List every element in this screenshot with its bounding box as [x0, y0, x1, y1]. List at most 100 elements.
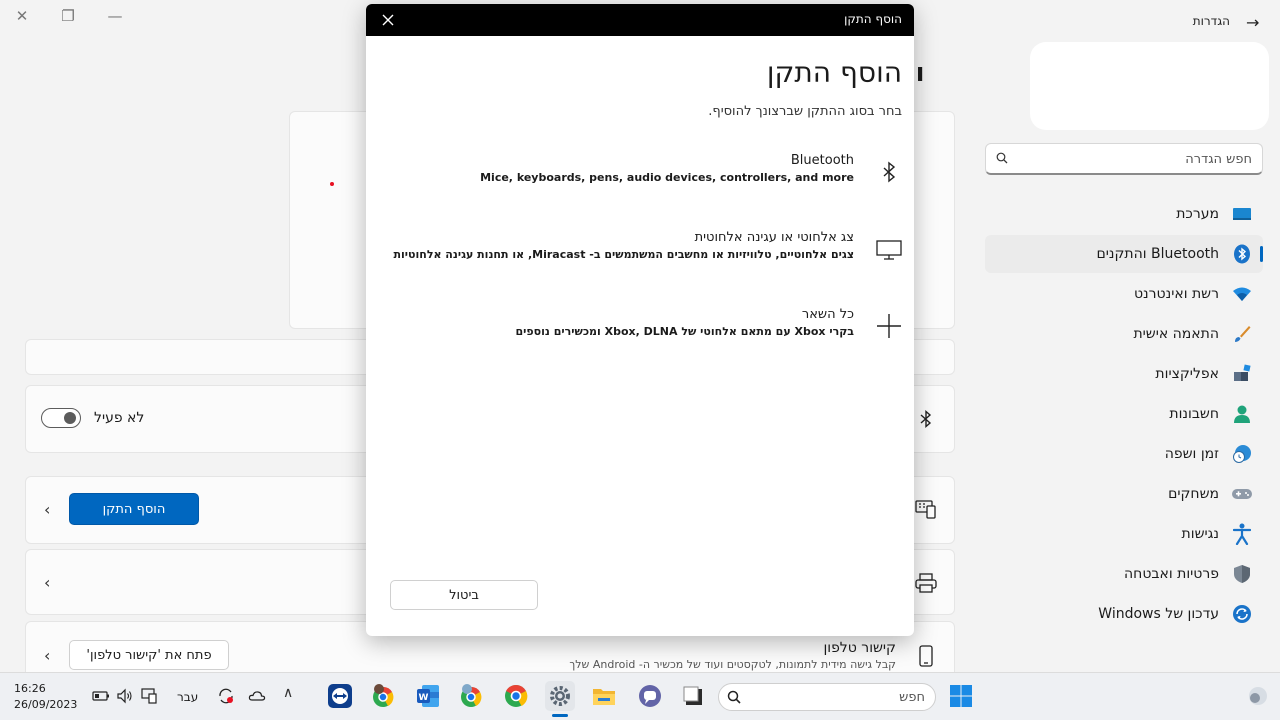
option-description: Mice, keyboards, pens, audio devices, co… — [480, 171, 854, 184]
bluetooth-icon — [1231, 243, 1253, 265]
toggle-knob — [64, 412, 76, 424]
chrome-profile-icon[interactable] — [368, 681, 398, 711]
bluetooth-toggle-label: לא פעיל — [94, 410, 145, 426]
settings-icon[interactable] — [545, 681, 575, 711]
teamviewer-icon[interactable] — [325, 681, 355, 711]
add-device-button[interactable]: הוסף התקן — [69, 493, 199, 525]
close-window-button[interactable]: ✕ — [9, 6, 35, 26]
sidebar-item-bluetooth[interactable]: Bluetooth והתקנים — [985, 235, 1263, 273]
sidebar-item-privacy[interactable]: פרטיות ואבטחה — [985, 555, 1263, 593]
sidebar-item-network[interactable]: רשת ואינטרנט — [985, 275, 1263, 313]
monitor-icon — [876, 240, 902, 260]
sidebar-item-label: עדכון של Windows — [1098, 606, 1219, 622]
devices-icon — [915, 500, 936, 519]
battery-icon[interactable] — [92, 687, 110, 705]
chevron-up-icon[interactable]: ∧ — [283, 685, 293, 701]
phone-link-title: קישור טלפון — [823, 640, 896, 656]
plus-icon — [877, 314, 901, 338]
option-title: כל השאר — [801, 307, 854, 322]
word-icon[interactable]: W — [413, 681, 443, 711]
sidebar-item-label: מערכת — [1176, 206, 1219, 222]
clock[interactable]: 16:26 26/09/2023 — [14, 681, 77, 713]
taskbar: 16:26 26/09/2023 עבר ∧ W — [0, 672, 1280, 720]
clock-time: 16:26 — [14, 682, 46, 695]
accessibility-icon — [1231, 523, 1253, 545]
option-title: Bluetooth — [790, 153, 854, 168]
option-description: צגים אלחוטיים, טלוויזיות או מחשבים המשתמ… — [393, 248, 854, 261]
settings-search[interactable] — [985, 143, 1263, 175]
sidebar-item-label: נגישות — [1181, 526, 1219, 542]
restore-window-button[interactable]: ❐ — [55, 6, 81, 26]
sidebar-item-label: חשבונות — [1169, 406, 1219, 422]
account-icon — [1231, 403, 1253, 425]
apps-icon — [1231, 363, 1253, 385]
window-app-icon[interactable] — [678, 681, 708, 711]
system-icon — [1231, 203, 1253, 225]
chevron-left-icon[interactable]: ‹ — [44, 500, 50, 519]
sidebar-item-windows-update[interactable]: עדכון של Windows — [985, 595, 1263, 633]
sidebar-item-personalization[interactable]: התאמה אישית — [985, 315, 1263, 353]
file-explorer-icon[interactable] — [589, 681, 619, 711]
sidebar-item-label: זמן ושפה — [1164, 446, 1219, 462]
chevron-left-icon[interactable]: ‹ — [44, 573, 50, 592]
start-button[interactable] — [946, 681, 976, 711]
sidebar-item-accessibility[interactable]: נגישות — [985, 515, 1263, 553]
app-title: הגדרות — [1192, 14, 1230, 28]
widgets-icon[interactable] — [1243, 681, 1273, 711]
cancel-button[interactable]: ביטול — [390, 580, 538, 610]
time-language-icon — [1231, 443, 1253, 465]
taskbar-search[interactable] — [718, 683, 936, 711]
sidebar-item-time-language[interactable]: זמן ושפה — [985, 435, 1263, 473]
option-title: צג אלחוטי או עגינה אלחוטית — [694, 230, 854, 245]
clock-date: 26/09/2023 — [14, 698, 78, 711]
search-icon — [727, 690, 741, 704]
chat-icon[interactable] — [635, 681, 665, 711]
sidebar-item-gaming[interactable]: משחקים — [985, 475, 1263, 513]
dialog-heading: הוסף התקן — [766, 56, 902, 89]
close-icon[interactable] — [378, 10, 398, 30]
sidebar-nav: מערכת Bluetooth והתקנים רשת ואינטרנט התא… — [985, 195, 1263, 635]
network-icon[interactable] — [140, 687, 158, 705]
red-dot-marker — [330, 182, 334, 186]
option-description: בקרי Xbox עם מתאם אלחוטי של Xbox, DLNA ו… — [515, 325, 854, 338]
sidebar-item-label: Bluetooth והתקנים — [1096, 246, 1219, 262]
active-app-indicator — [552, 714, 568, 717]
option-everything-else[interactable]: כל השאר בקרי Xbox עם מתאם אלחוטי של Xbox… — [378, 307, 902, 361]
printer-icon — [915, 573, 937, 593]
svg-text:W: W — [419, 693, 429, 703]
bluetooth-icon — [920, 409, 932, 429]
add-device-dialog: הוסף התקן הוסף התקן בחר בסוג ההתקן שברצו… — [366, 4, 914, 636]
profile-card[interactable] — [1030, 42, 1269, 130]
sidebar-item-apps[interactable]: אפליקציות — [985, 355, 1263, 393]
chevron-left-icon[interactable]: ‹ — [44, 646, 50, 665]
option-wireless-display[interactable]: צג אלחוטי או עגינה אלחוטית צגים אלחוטיים… — [378, 230, 902, 284]
dialog-subtitle: בחר בסוג ההתקן שברצונך להוסיף. — [708, 104, 902, 119]
minimize-window-button[interactable]: — — [102, 6, 128, 26]
volume-icon[interactable] — [116, 687, 134, 705]
brush-icon — [1231, 323, 1253, 345]
gamepad-icon — [1231, 483, 1253, 505]
sidebar-item-label: משחקים — [1168, 486, 1219, 502]
windows-update-icon — [1231, 603, 1253, 625]
back-arrow-icon[interactable]: → — [1246, 13, 1259, 32]
sidebar-item-label: פרטיות ואבטחה — [1124, 566, 1219, 582]
sidebar-item-system[interactable]: מערכת — [985, 195, 1263, 233]
taskbar-search-input[interactable] — [749, 688, 925, 706]
phone-icon — [919, 645, 933, 667]
option-bluetooth[interactable]: Bluetooth Mice, keyboards, pens, audio d… — [378, 153, 902, 207]
sidebar-item-label: אפליקציות — [1155, 366, 1219, 382]
sync-icon[interactable] — [217, 687, 235, 705]
onedrive-icon[interactable] — [248, 687, 266, 705]
sidebar-item-label: רשת ואינטרנט — [1133, 286, 1219, 302]
sidebar-item-accounts[interactable]: חשבונות — [985, 395, 1263, 433]
chrome-icon[interactable] — [501, 681, 531, 711]
open-phone-link-button[interactable]: פתח את 'קישור טלפון' — [69, 640, 229, 670]
settings-search-input[interactable] — [1016, 148, 1252, 170]
chrome-profile-2-icon[interactable] — [456, 681, 486, 711]
shield-icon — [1231, 563, 1253, 585]
sidebar-item-label: התאמה אישית — [1133, 326, 1219, 342]
input-language-indicator[interactable]: עבר — [177, 690, 198, 704]
search-icon — [996, 152, 1008, 164]
bluetooth-icon — [883, 161, 896, 183]
bluetooth-toggle[interactable] — [41, 408, 81, 428]
